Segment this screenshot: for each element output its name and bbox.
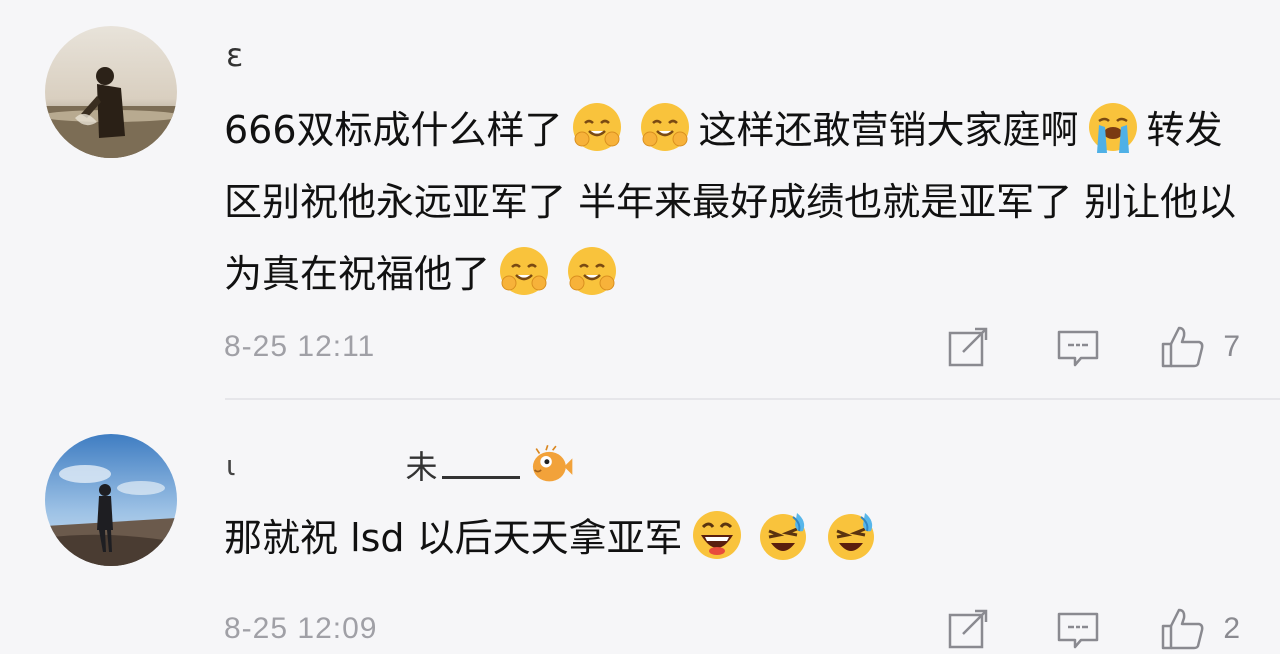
pufferfish-emoji-icon — [528, 442, 574, 488]
like-button[interactable]: 2 — [1159, 606, 1240, 652]
laugh-cry-emoji-icon — [825, 507, 881, 563]
comment-item-2: ι 未 那就祝 lsd 以后天天拿亚军 8-25 12:09 2 — [0, 400, 1280, 650]
username-part: ι — [226, 448, 236, 482]
comment-meta: 8-25 12:11 7 — [224, 322, 1240, 372]
hug-emoji-icon — [564, 243, 620, 299]
like-button[interactable]: 7 — [1159, 324, 1240, 370]
comment-text: 666双标成什么样了 这样还敢营销大家庭啊 转发区别祝他永远亚军了 半年来最好成绩也… — [224, 94, 1244, 310]
like-count: 7 — [1223, 330, 1240, 363]
comment-item-1: ε 666双标成什么样了 这样还敢营销大家庭啊 转发区别祝他永远亚军了 半年来最好成… — [0, 0, 1280, 400]
share-icon[interactable] — [945, 606, 991, 652]
hug-emoji-icon — [637, 99, 693, 155]
avatar[interactable] — [45, 26, 177, 158]
thumbs-up-icon — [1159, 606, 1205, 652]
comment-text-part: 那就祝 lsd 以后天天拿亚军 — [224, 516, 683, 560]
comment-actions: 7 — [945, 324, 1240, 370]
comment-icon[interactable] — [1055, 606, 1101, 652]
timestamp: 8-25 12:09 — [224, 612, 378, 645]
laughing-emoji-icon — [689, 507, 745, 563]
comment-text: 那就祝 lsd 以后天天拿亚军 — [224, 502, 1244, 574]
share-icon[interactable] — [945, 324, 991, 370]
comment-meta: 8-25 12:09 2 — [224, 604, 1240, 654]
comment-text-part: 666双标成什么样了 — [224, 108, 563, 152]
hug-emoji-icon — [569, 99, 625, 155]
username[interactable]: ι 未 — [226, 442, 574, 488]
hug-emoji-icon — [496, 243, 552, 299]
like-count: 2 — [1223, 612, 1240, 645]
avatar[interactable] — [45, 434, 177, 566]
username-part: 未 — [405, 448, 438, 486]
username[interactable]: ε — [226, 36, 243, 74]
laugh-cry-emoji-icon — [757, 507, 813, 563]
comment-icon[interactable] — [1055, 324, 1101, 370]
username-underline — [441, 452, 520, 479]
comment-actions: 2 — [945, 606, 1240, 652]
crying-emoji-icon — [1085, 99, 1141, 155]
comment-text-part: 这样还敢营销大家庭啊 — [698, 108, 1079, 152]
thumbs-up-icon — [1159, 324, 1205, 370]
timestamp: 8-25 12:11 — [224, 330, 376, 363]
